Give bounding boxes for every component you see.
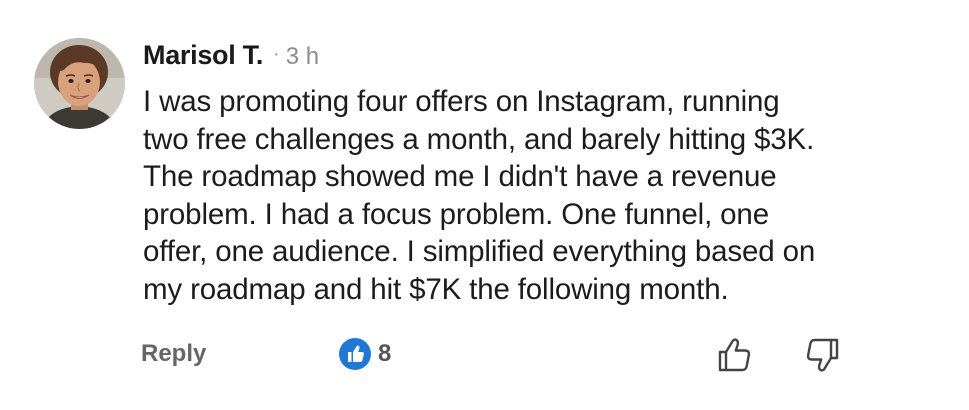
- avatar[interactable]: [34, 38, 125, 129]
- timestamp[interactable]: 3 h: [286, 43, 319, 71]
- downvote-button[interactable]: [803, 336, 841, 374]
- comment-body-line: problem. I had a focus problem. One funn…: [143, 197, 769, 231]
- comment-header: Marisol T. · 3 h: [143, 40, 319, 71]
- comment-actions: Reply 8: [0, 330, 969, 380]
- comment-body: I was promoting four offers on Instagram…: [143, 83, 958, 308]
- comment-body-line: my roadmap and hit $7K the following mon…: [143, 272, 729, 306]
- comment-body-line: I was promoting four offers on Instagram…: [143, 85, 780, 118]
- thumbs-up-outline-icon: [718, 338, 751, 372]
- author-name[interactable]: Marisol T.: [143, 40, 263, 71]
- comment-body-line: The roadmap showed me I didn't have a re…: [143, 160, 777, 193]
- reply-button[interactable]: Reply: [141, 340, 206, 368]
- avatar-image: [34, 38, 125, 129]
- comment-card: Marisol T. · 3 h I was promoting four of…: [0, 0, 969, 410]
- upvote-button[interactable]: [716, 336, 754, 374]
- like-count: 8: [378, 340, 392, 367]
- thumbs-down-outline-icon: [806, 338, 839, 372]
- comment-body-line: offer, one audience. I simplified everyt…: [143, 235, 816, 268]
- thumbs-up-filled-icon: [339, 338, 371, 370]
- meta-separator: ·: [273, 43, 280, 65]
- comment-body-line: two free challenges a month, and barely …: [143, 122, 815, 156]
